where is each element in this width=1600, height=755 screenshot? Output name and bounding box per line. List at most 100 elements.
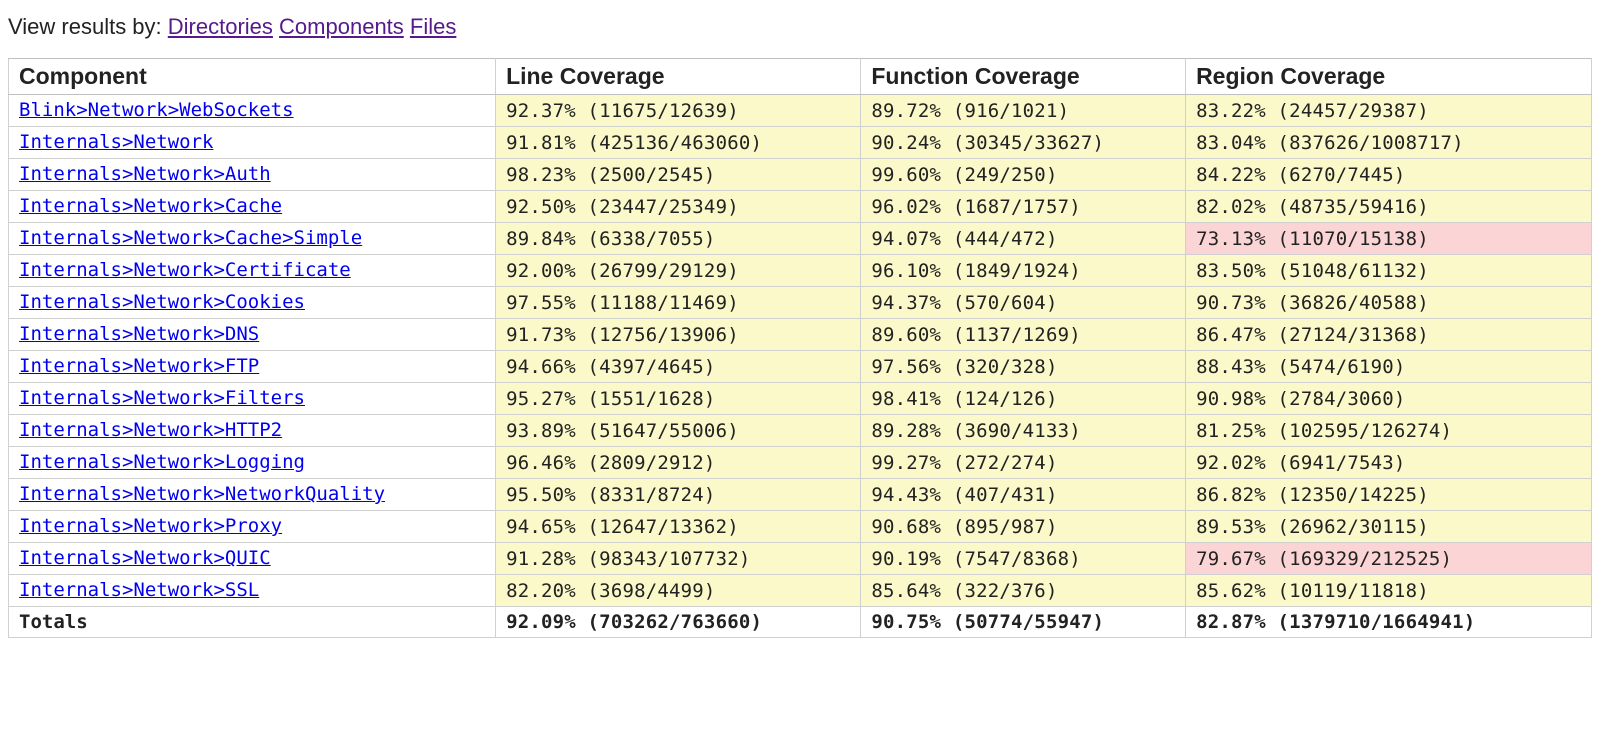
metric-function: 85.64% (322/376) (861, 575, 1186, 607)
component-cell: Blink>Network>WebSockets (9, 95, 496, 127)
metric-function: 90.68% (895/987) (861, 511, 1186, 543)
metric-line: 95.50% (8331/8724) (496, 479, 861, 511)
component-link[interactable]: Internals>Network>Cache>Simple (19, 227, 362, 249)
component-link[interactable]: Internals>Network>Logging (19, 451, 305, 473)
th-line: Line Coverage (496, 59, 861, 95)
table-header-row: Component Line Coverage Function Coverag… (9, 59, 1592, 95)
metric-line: 92.37% (11675/12639) (496, 95, 861, 127)
metric-function: 99.60% (249/250) (861, 159, 1186, 191)
table-row: Internals>Network>SSL82.20% (3698/4499)8… (9, 575, 1592, 607)
metric-region: 89.53% (26962/30115) (1186, 511, 1592, 543)
metric-region: 90.98% (2784/3060) (1186, 383, 1592, 415)
totals-line: 92.09% (703262/763660) (496, 607, 861, 638)
metric-line: 92.00% (26799/29129) (496, 255, 861, 287)
table-row: Internals>Network>Certificate 92.00% (267… (9, 255, 1592, 287)
metric-line: 89.84% (6338/7055) (496, 223, 861, 255)
component-cell: Internals>Network>Logging (9, 447, 496, 479)
table-row: Internals>Network>Logging 96.46% (2809/29… (9, 447, 1592, 479)
metric-line: 93.89% (51647/55006) (496, 415, 861, 447)
metric-line: 91.81% (425136/463060) (496, 127, 861, 159)
component-link[interactable]: Internals>Network>Auth (19, 163, 271, 185)
component-cell: Internals>Network>Cache (9, 191, 496, 223)
metric-function: 94.43% (407/431) (861, 479, 1186, 511)
metric-line: 91.28% (98343/107732) (496, 543, 861, 575)
totals-function: 90.75% (50774/55947) (861, 607, 1186, 638)
th-region: Region Coverage (1186, 59, 1592, 95)
metric-region: 84.22% (6270/7445) (1186, 159, 1592, 191)
metric-line: 96.46% (2809/2912) (496, 447, 861, 479)
component-link[interactable]: Internals>Network>QUIC (19, 547, 271, 569)
table-row: Internals>Network>Proxy 94.65% (12647/133… (9, 511, 1592, 543)
component-link[interactable]: Internals>Network>HTTP2 (19, 419, 282, 441)
metric-line: 94.65% (12647/13362) (496, 511, 861, 543)
metric-region: 82.02% (48735/59416) (1186, 191, 1592, 223)
metric-function: 99.27% (272/274) (861, 447, 1186, 479)
view-link-directories[interactable]: Directories (168, 14, 273, 39)
metric-line: 91.73% (12756/13906) (496, 319, 861, 351)
component-cell: Internals>Network>SSL (9, 575, 496, 607)
component-link[interactable]: Internals>Network>Cache (19, 195, 282, 217)
table-row: Internals>Network>Cache92.50% (23447/253… (9, 191, 1592, 223)
table-row: Internals>Network>Auth98.23% (2500/2545)… (9, 159, 1592, 191)
view-link-files[interactable]: Files (410, 14, 456, 39)
metric-function: 96.02% (1687/1757) (861, 191, 1186, 223)
component-cell: Internals>Network>DNS (9, 319, 496, 351)
component-cell: Internals>Network>QUIC (9, 543, 496, 575)
table-row: Internals>Network>NetworkQuality 95.50% (… (9, 479, 1592, 511)
component-cell: Internals>Network>Certificate (9, 255, 496, 287)
metric-region: 83.50% (51048/61132) (1186, 255, 1592, 287)
table-row: Internals>Network>Cookies 97.55% (11188/1… (9, 287, 1592, 319)
component-link[interactable]: Internals>Network (19, 131, 213, 153)
metric-region: 73.13% (11070/15138) (1186, 223, 1592, 255)
component-link[interactable]: Internals>Network>Cookies (19, 291, 305, 313)
table-row: Internals>Network>HTTP2 93.89% (51647/550… (9, 415, 1592, 447)
component-cell: Internals>Network>NetworkQuality (9, 479, 496, 511)
totals-row: Totals92.09% (703262/763660)90.75% (5077… (9, 607, 1592, 638)
table-row: Blink>Network>WebSockets 92.37% (11675/12… (9, 95, 1592, 127)
metric-region: 83.04% (837626/1008717) (1186, 127, 1592, 159)
component-cell: Internals>Network>FTP (9, 351, 496, 383)
metric-region: 86.47% (27124/31368) (1186, 319, 1592, 351)
metric-region: 83.22% (24457/29387) (1186, 95, 1592, 127)
metric-function: 94.37% (570/604) (861, 287, 1186, 319)
component-link[interactable]: Internals>Network>FTP (19, 355, 259, 377)
table-row: Internals>Network>Cache>Simple 89.84% (63… (9, 223, 1592, 255)
metric-function: 89.28% (3690/4133) (861, 415, 1186, 447)
metric-region: 90.73% (36826/40588) (1186, 287, 1592, 319)
metric-region: 92.02% (6941/7543) (1186, 447, 1592, 479)
metric-region: 86.82% (12350/14225) (1186, 479, 1592, 511)
table-row: Internals>Network>QUIC 91.28% (98343/1077… (9, 543, 1592, 575)
component-link[interactable]: Internals>Network>NetworkQuality (19, 483, 385, 505)
component-link[interactable]: Internals>Network>Filters (19, 387, 305, 409)
metric-function: 90.24% (30345/33627) (861, 127, 1186, 159)
metric-function: 96.10% (1849/1924) (861, 255, 1186, 287)
metric-function: 90.19% (7547/8368) (861, 543, 1186, 575)
component-link[interactable]: Blink>Network>WebSockets (19, 99, 294, 121)
view-results-label: View results by: (8, 14, 162, 39)
metric-function: 94.07% (444/472) (861, 223, 1186, 255)
metric-line: 95.27% (1551/1628) (496, 383, 861, 415)
metric-function: 89.72% (916/1021) (861, 95, 1186, 127)
component-link[interactable]: Internals>Network>DNS (19, 323, 259, 345)
component-cell: Internals>Network (9, 127, 496, 159)
component-cell: Internals>Network>Cookies (9, 287, 496, 319)
table-row: Internals>Network>Filters 95.27% (1551/16… (9, 383, 1592, 415)
metric-region: 79.67% (169329/212525) (1186, 543, 1592, 575)
view-results-by: View results by: Directories Components … (8, 14, 1592, 40)
component-link[interactable]: Internals>Network>SSL (19, 579, 259, 601)
th-function: Function Coverage (861, 59, 1186, 95)
th-component: Component (9, 59, 496, 95)
component-cell: Internals>Network>HTTP2 (9, 415, 496, 447)
component-cell: Internals>Network>Proxy (9, 511, 496, 543)
metric-line: 82.20% (3698/4499) (496, 575, 861, 607)
component-link[interactable]: Internals>Network>Certificate (19, 259, 351, 281)
metric-line: 97.55% (11188/11469) (496, 287, 861, 319)
table-row: Internals>Network 91.81% (425136/463060)9… (9, 127, 1592, 159)
metric-line: 94.66% (4397/4645) (496, 351, 861, 383)
metric-region: 85.62% (10119/11818) (1186, 575, 1592, 607)
table-row: Internals>Network>FTP 94.66% (4397/4645)9… (9, 351, 1592, 383)
view-link-components[interactable]: Components (279, 14, 404, 39)
component-link[interactable]: Internals>Network>Proxy (19, 515, 282, 537)
metric-function: 97.56% (320/328) (861, 351, 1186, 383)
component-cell: Internals>Network>Auth (9, 159, 496, 191)
